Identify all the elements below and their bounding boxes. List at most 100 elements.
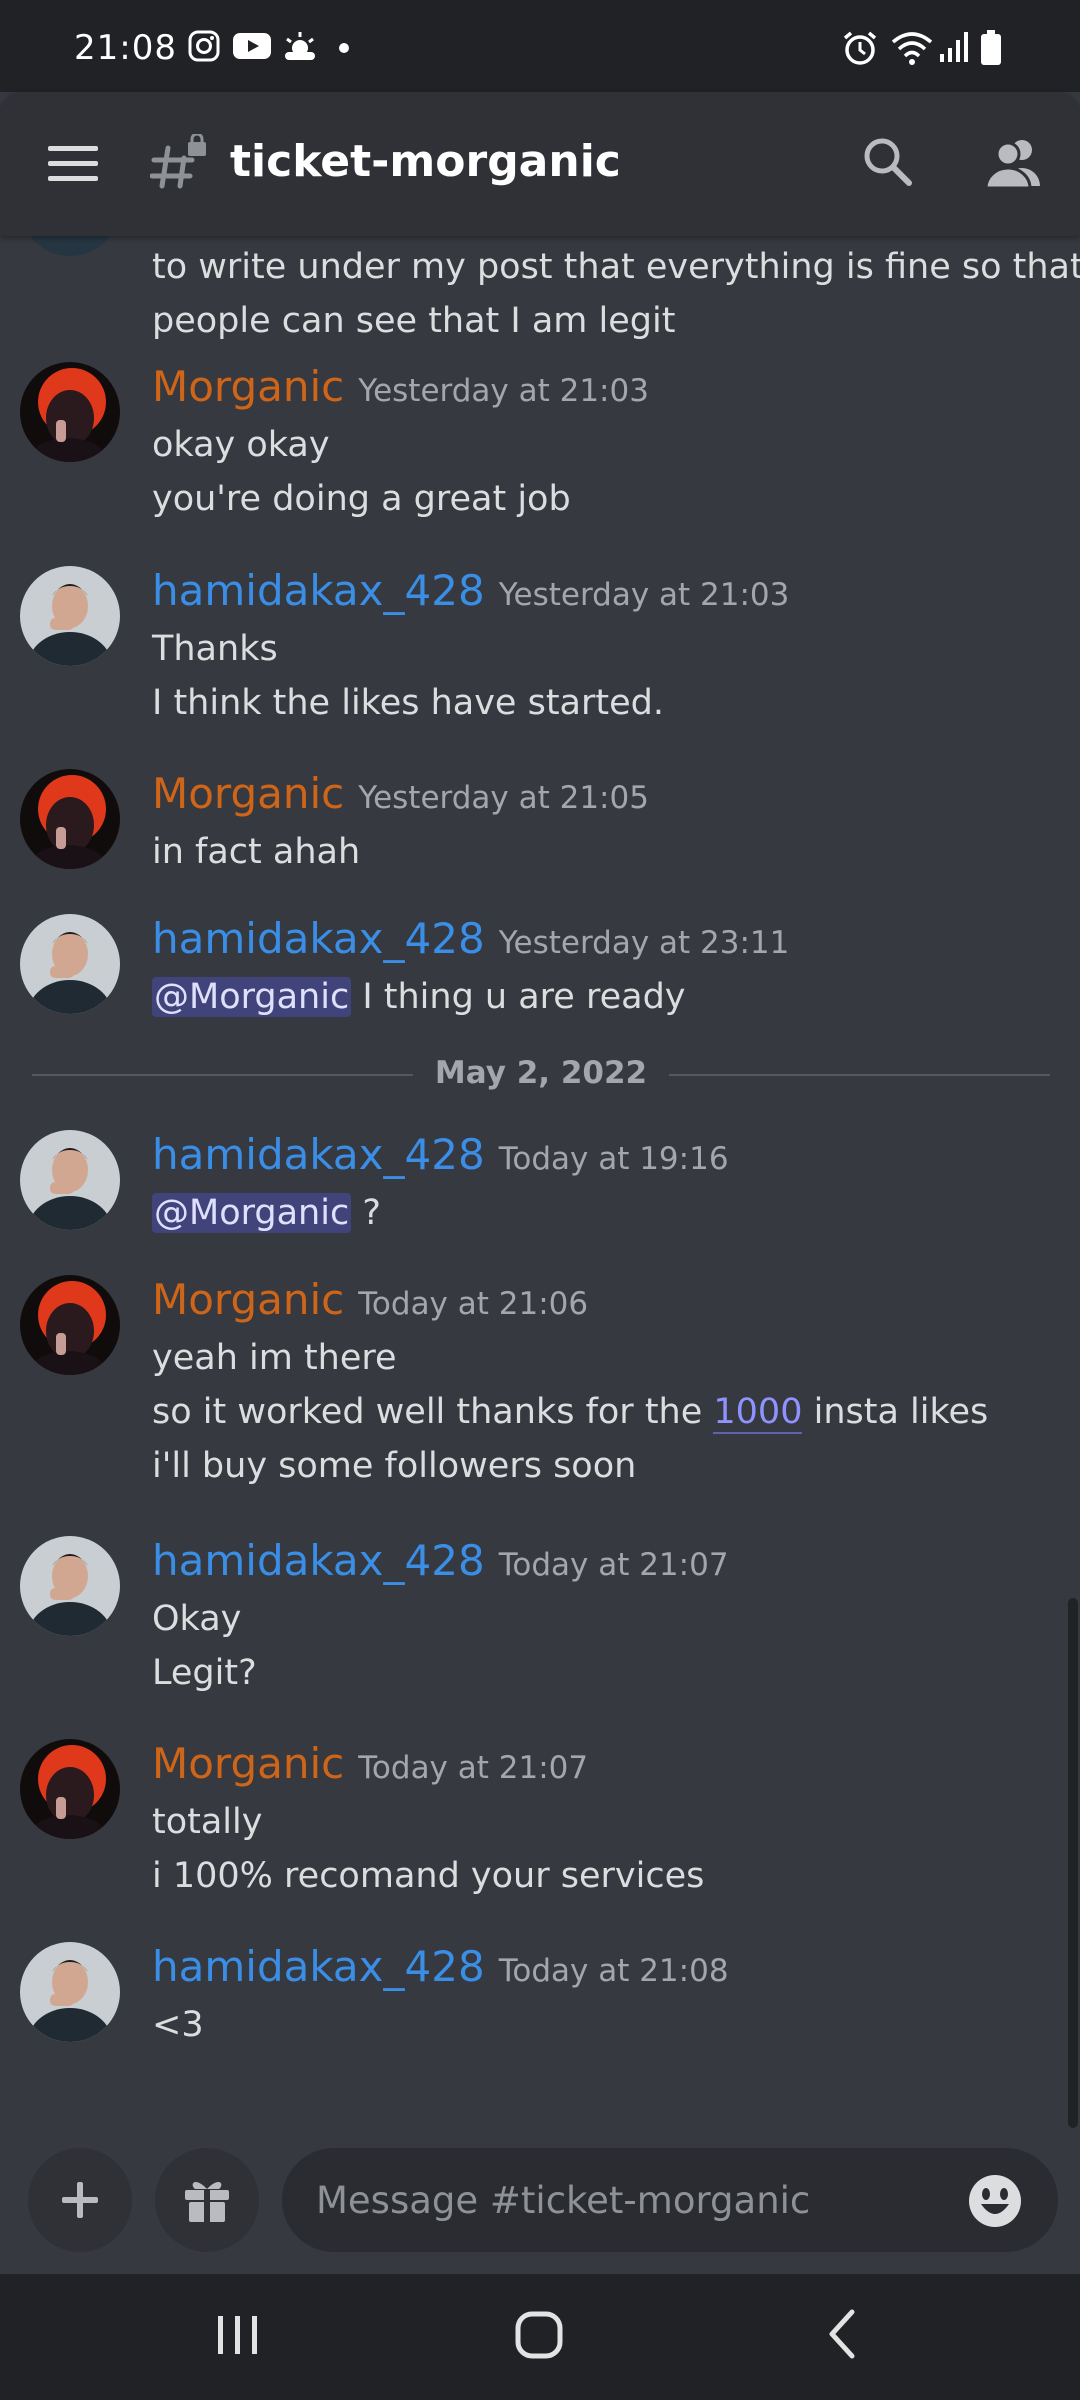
channel-title: ticket-morganic bbox=[230, 136, 621, 187]
dot-icon bbox=[339, 43, 349, 53]
locked-channel-icon bbox=[150, 134, 206, 189]
avatar[interactable] bbox=[20, 1739, 120, 1839]
message-text bbox=[802, 1392, 813, 1432]
hamburger-icon[interactable] bbox=[48, 144, 100, 184]
message-header: hamidakax_428 Today at 21:07 bbox=[152, 1536, 729, 1585]
weather-icon bbox=[285, 32, 315, 60]
message-timestamp: Today at 19:16 bbox=[498, 1141, 729, 1177]
user-mention[interactable]: @Morganic bbox=[152, 977, 352, 1017]
message-content: Okay Legit? bbox=[152, 1592, 257, 1700]
avatar[interactable] bbox=[20, 1942, 120, 2042]
message-header: hamidakax_428 Today at 19:16 bbox=[152, 1130, 729, 1179]
message-timestamp: Yesterday at 21:03 bbox=[498, 577, 790, 613]
message-timestamp: Today at 21:07 bbox=[498, 1547, 729, 1583]
home-icon[interactable] bbox=[512, 2304, 568, 2364]
message-line: totally bbox=[152, 1802, 263, 1842]
author-name[interactable]: hamidakax_428 bbox=[152, 1130, 485, 1179]
message-timestamp: Today at 21:08 bbox=[498, 1953, 729, 1989]
message-text: ? bbox=[351, 1193, 381, 1233]
message-line: Thanks bbox=[152, 629, 278, 669]
message-line: i'll buy some followers soon bbox=[152, 1446, 637, 1486]
wifi-icon bbox=[891, 32, 933, 65]
avatar[interactable] bbox=[20, 914, 120, 1014]
signal-icon bbox=[940, 32, 968, 62]
message-header: hamidakax_428 Today at 21:08 bbox=[152, 1942, 729, 1991]
message-timestamp: Today at 21:07 bbox=[358, 1750, 589, 1786]
gift-button[interactable] bbox=[155, 2148, 259, 2252]
message-line: in fact ahah bbox=[152, 832, 361, 872]
avatar bbox=[20, 236, 120, 256]
message-content: <3 bbox=[152, 1998, 204, 2052]
status-time: 21:08 bbox=[74, 28, 177, 68]
message-line: Okay bbox=[152, 1599, 242, 1639]
author-name[interactable]: Morganic bbox=[152, 1739, 344, 1788]
date-divider: May 2, 2022 bbox=[32, 1055, 1050, 1095]
message-line: @Morganic I thing u are ready bbox=[152, 970, 686, 1024]
author-name[interactable]: hamidakax_428 bbox=[152, 1942, 485, 1991]
avatar[interactable] bbox=[20, 1130, 120, 1230]
message-text: I thing u are ready bbox=[351, 977, 686, 1017]
back-icon[interactable] bbox=[822, 2304, 862, 2364]
system-nav-bar bbox=[0, 2274, 1080, 2400]
message-header: Morganic Yesterday at 21:03 bbox=[152, 362, 649, 411]
message-content: in fact ahah bbox=[152, 825, 360, 879]
message-text: insta likes bbox=[813, 1392, 989, 1432]
message-timestamp: Yesterday at 21:03 bbox=[358, 373, 649, 409]
date-divider-label: May 2, 2022 bbox=[412, 1055, 670, 1091]
message-timestamp: Today at 21:06 bbox=[358, 1286, 589, 1322]
emoji-icon[interactable] bbox=[968, 2174, 1022, 2228]
channel-header: ticket-morganic bbox=[0, 92, 1080, 236]
message-header: Morganic Today at 21:07 bbox=[152, 1739, 588, 1788]
message-content: yeah im there so it worked well thanks f… bbox=[152, 1331, 988, 1493]
avatar[interactable] bbox=[20, 769, 120, 869]
message-line: @Morganic ? bbox=[152, 1186, 381, 1240]
youtube-icon bbox=[233, 33, 271, 59]
message-line: to write under my post that everything i… bbox=[152, 247, 1080, 287]
status-bar: 21:08 bbox=[0, 0, 1080, 92]
add-attachment-button[interactable] bbox=[28, 2148, 132, 2252]
user-mention[interactable]: @Morganic bbox=[152, 1193, 352, 1233]
message-content: okay okay you're doing a great job bbox=[152, 418, 571, 526]
message-line: people can see that I am legit bbox=[152, 301, 676, 341]
author-name[interactable]: Morganic bbox=[152, 769, 344, 818]
plus-icon bbox=[62, 2182, 98, 2218]
message-timestamp: Yesterday at 23:11 bbox=[498, 925, 790, 961]
scrollbar[interactable] bbox=[1068, 1598, 1078, 2128]
gift-icon bbox=[185, 2181, 229, 2222]
instagram-icon bbox=[188, 30, 220, 62]
author-name[interactable]: hamidakax_428 bbox=[152, 566, 485, 615]
message-timestamp: Yesterday at 21:05 bbox=[358, 780, 649, 816]
message-content: @Morganic ? bbox=[152, 1186, 381, 1240]
message-line: i 100% recomand your services bbox=[152, 1856, 705, 1896]
message-content: @Morganic I thing u are ready bbox=[152, 970, 686, 1024]
avatar[interactable] bbox=[20, 1536, 120, 1636]
message-content: to write under my post that everything i… bbox=[152, 240, 1080, 348]
recents-icon[interactable] bbox=[214, 2304, 262, 2364]
message-header: Morganic Today at 21:06 bbox=[152, 1275, 588, 1324]
author-name[interactable]: hamidakax_428 bbox=[152, 914, 485, 963]
avatar[interactable] bbox=[20, 1275, 120, 1375]
battery-icon bbox=[981, 30, 1001, 65]
message-input[interactable] bbox=[282, 2148, 1058, 2252]
author-name[interactable]: Morganic bbox=[152, 1275, 344, 1324]
message-line: you're doing a great job bbox=[152, 479, 571, 519]
number-link[interactable]: 1000 bbox=[713, 1392, 803, 1434]
message-line: so it worked well thanks for the 1000 in… bbox=[152, 1385, 988, 1439]
message-list[interactable]: to write under my post that everything i… bbox=[0, 236, 1080, 2136]
avatar[interactable] bbox=[20, 362, 120, 462]
message-header: hamidakax_428 Yesterday at 21:03 bbox=[152, 566, 789, 615]
members-icon[interactable] bbox=[984, 136, 1044, 188]
message-line: okay okay bbox=[152, 425, 330, 465]
message-line: yeah im there bbox=[152, 1338, 397, 1378]
search-icon[interactable] bbox=[862, 136, 914, 188]
message-header: Morganic Yesterday at 21:05 bbox=[152, 769, 649, 818]
message-composer bbox=[0, 2136, 1080, 2274]
message-line: I think the likes have started. bbox=[152, 683, 664, 723]
avatar[interactable] bbox=[20, 566, 120, 666]
message-text: so it worked well thanks for the bbox=[152, 1392, 714, 1432]
author-name[interactable]: hamidakax_428 bbox=[152, 1536, 485, 1585]
message-line: Legit? bbox=[152, 1653, 257, 1693]
author-name[interactable]: Morganic bbox=[152, 362, 344, 411]
alarm-icon bbox=[843, 31, 877, 65]
message-content: Thanks I think the likes have started. bbox=[152, 622, 664, 730]
